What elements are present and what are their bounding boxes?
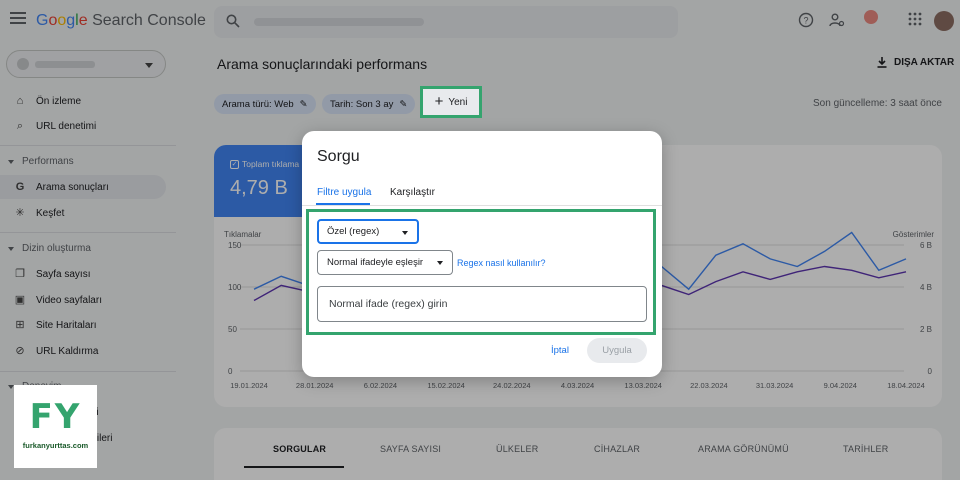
tab-apply-filter[interactable]: Filtre uygula	[317, 187, 371, 198]
plus-icon: +	[434, 93, 444, 110]
apply-button[interactable]: Uygula	[587, 338, 647, 363]
cancel-button[interactable]: İptal	[551, 345, 569, 356]
watermark-url: furkanyurttas.com	[22, 441, 89, 450]
watermark-logo: FY furkanyurttas.com	[14, 385, 97, 468]
dialog-title: Sorgu	[317, 148, 360, 165]
watermark-letters: FY	[29, 397, 82, 437]
divider	[302, 205, 662, 206]
annotation-highlight-box	[306, 209, 656, 335]
tab-compare[interactable]: Karşılaştır	[390, 187, 435, 198]
new-filter-button-highlight[interactable]: + Yeni	[420, 86, 482, 118]
